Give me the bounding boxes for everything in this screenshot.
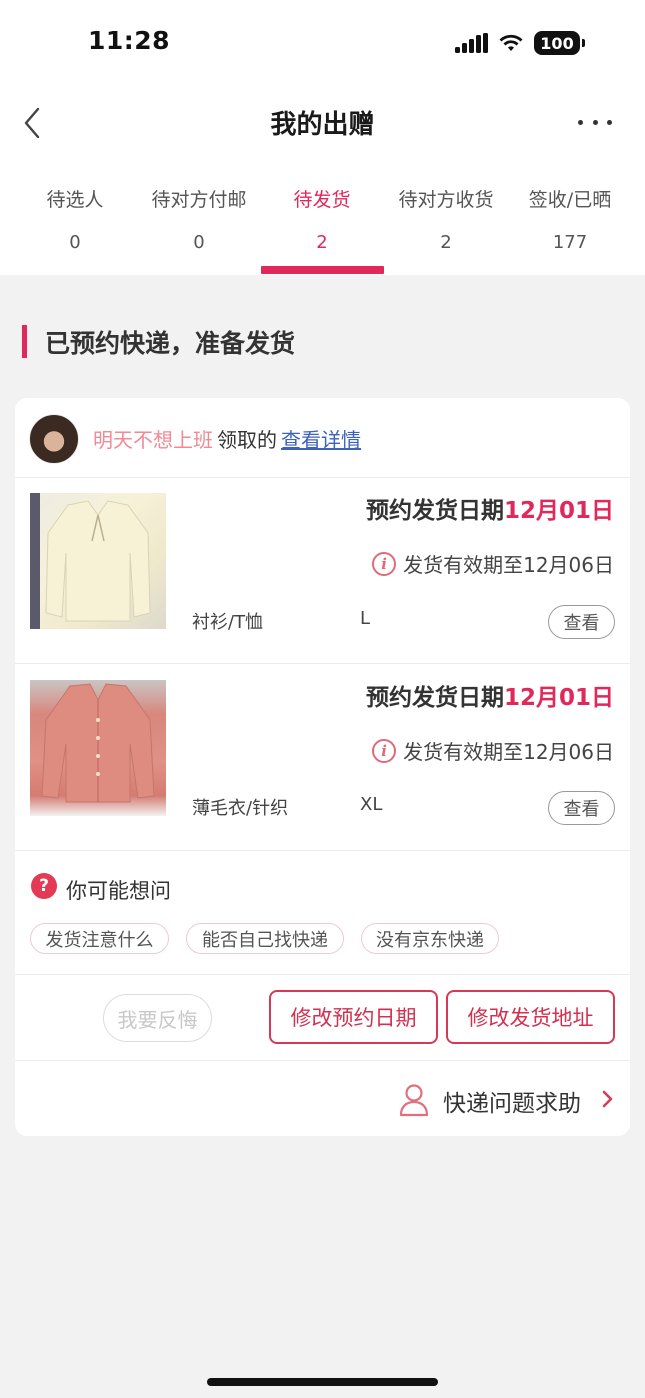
item-schedule: 预约发货日期12月01日 [366,678,614,712]
faq-title: 你可能想问 [66,879,171,903]
item-category: 衬衫/T恤 [192,612,264,633]
home-indicator [207,1378,438,1386]
item-validity: i 发货有效期至12月06日 [372,736,614,765]
avatar[interactable] [29,414,79,464]
divider [15,663,630,664]
order-card: 明天不想上班 领取的 查看详情 预约发货日期12月01日 i 发货有效期至12月06… [15,398,630,1136]
view-details-link[interactable]: 查看详情 [281,428,361,452]
item-schedule: 预约发货日期12月01日 [366,491,614,525]
claimer-name[interactable]: 明天不想上班 [93,428,213,452]
item-category: 薄毛衣/针织 [192,798,289,819]
validity-text: 发货有效期至12月06日 [403,740,614,764]
schedule-label: 预约发货日期 [365,685,504,711]
tab-pending-receipt[interactable]: 待对方收货 2 [384,186,508,253]
tab-pending-selection[interactable]: 待选人 0 [13,186,137,253]
tab-label: 签收/已晒 [528,189,612,211]
item-image-cardigan[interactable] [30,680,166,816]
validity-text: 发货有效期至12月06日 [403,553,614,577]
change-address-button[interactable]: 修改发货地址 [446,990,615,1044]
question-icon: ? [31,873,57,899]
view-item-button[interactable]: 查看 [548,791,615,825]
tab-count: 0 [193,232,205,253]
faq-chip-shipping-notes[interactable]: 发货注意什么 [30,923,169,954]
item-image-blouse[interactable] [30,493,166,629]
section-title: 已预约快递，准备发货 [45,329,296,358]
status-icons: 100 [455,30,585,56]
faq-chip-own-courier[interactable]: 能否自己找快递 [186,923,344,954]
cellular-signal-icon [455,33,488,53]
faq-chip-no-jd-courier[interactable]: 没有京东快递 [361,923,499,954]
divider [15,850,630,851]
tab-label: 待对方付邮 [151,189,247,211]
schedule-date: 12月01日 [503,685,614,711]
divider [15,974,630,975]
tab-label: 待对方收货 [398,189,494,211]
info-icon: i [372,551,397,576]
battery-icon: 100 [534,31,585,55]
tab-count: 2 [440,232,452,253]
item-validity: i 发货有效期至12月06日 [372,549,614,578]
divider [15,477,630,478]
tab-label: 待发货 [293,189,351,211]
more-options-icon[interactable] [578,112,612,132]
change-date-button[interactable]: 修改预约日期 [269,990,438,1044]
courier-help-link[interactable]: 快递问题求助 [443,1084,581,1118]
claimer-line: 明天不想上班 领取的 查看详情 [93,424,361,453]
claimer-text: 领取的 [217,428,277,452]
tab-pending-postage[interactable]: 待对方付邮 0 [137,186,261,253]
tab-label: 待选人 [46,189,104,211]
page-title: 我的出赠 [270,110,375,140]
item-size: L [360,608,371,629]
active-tab-indicator [261,266,384,274]
tab-signed-shared[interactable]: 签收/已晒 177 [508,186,632,253]
divider [15,1060,630,1061]
status-time: 11:28 [88,26,171,55]
item-size: XL [360,794,383,815]
person-icon[interactable] [399,1083,429,1117]
tab-count: 177 [552,232,588,253]
tab-count: 2 [316,232,328,253]
tab-pending-shipment[interactable]: 待发货 2 [260,186,384,253]
wifi-icon [499,34,523,51]
info-icon: i [372,738,397,763]
regret-button[interactable]: 我要反悔 [103,994,212,1042]
chevron-right-icon[interactable] [601,1088,615,1110]
tab-count: 0 [69,232,81,253]
section-accent-bar [22,325,27,358]
schedule-label: 预约发货日期 [365,498,504,524]
view-item-button[interactable]: 查看 [548,605,615,639]
schedule-date: 12月01日 [503,498,614,524]
